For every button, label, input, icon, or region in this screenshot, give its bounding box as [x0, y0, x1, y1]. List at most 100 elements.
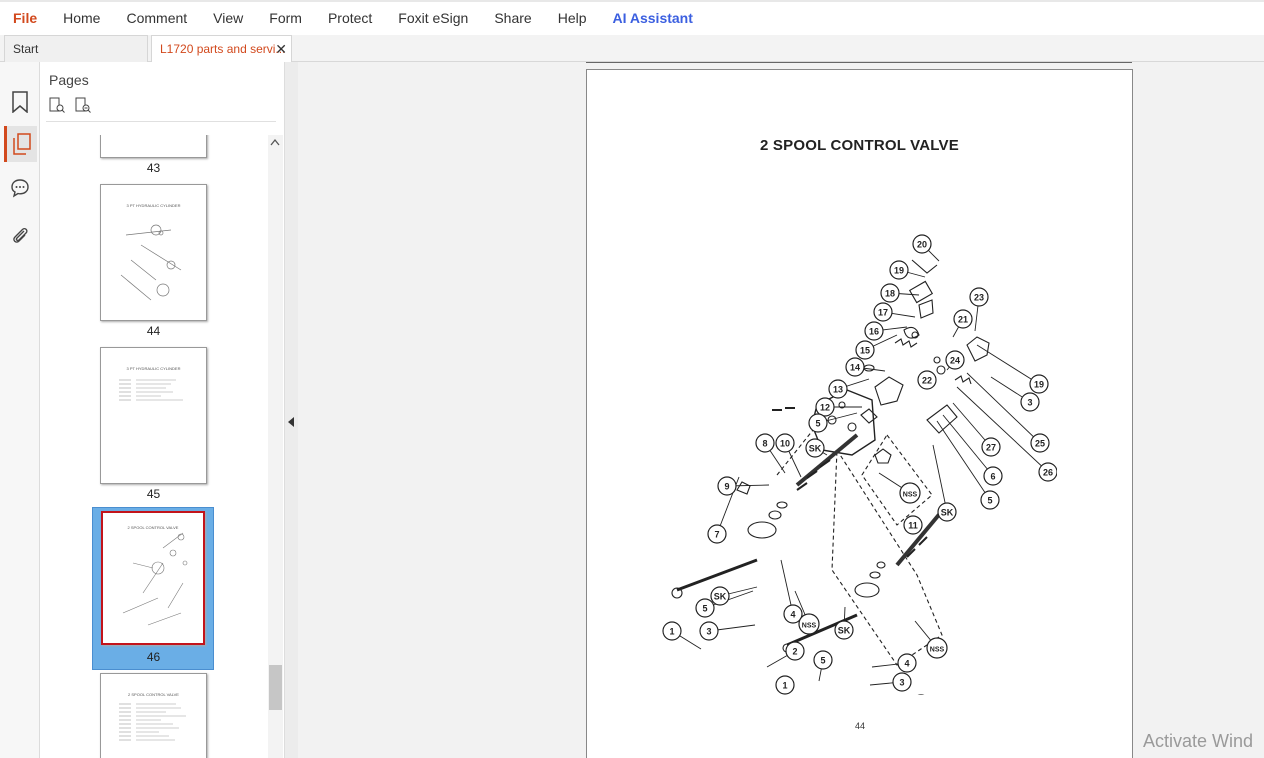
svg-text:5: 5	[820, 656, 825, 666]
svg-text:25: 25	[1035, 439, 1045, 449]
page-zoom-out-icon[interactable]	[49, 97, 65, 113]
callout-17: 17	[873, 302, 893, 322]
callout-7: 7	[707, 524, 727, 544]
callout-SK: SK	[805, 438, 825, 458]
menu-file[interactable]: File	[0, 3, 50, 34]
svg-text:22: 22	[922, 376, 932, 386]
menu-ai-assistant[interactable]: AI Assistant	[600, 3, 706, 34]
menu-protect[interactable]: Protect	[315, 3, 385, 34]
menu-help[interactable]: Help	[545, 3, 600, 34]
comment-icon	[11, 179, 29, 198]
scrollbar-thumb[interactable]	[269, 665, 282, 710]
menu-foxit-esign[interactable]: Foxit eSign	[385, 3, 481, 34]
svg-text:16: 16	[869, 327, 879, 337]
svg-text:5: 5	[702, 604, 707, 614]
callout-19: 19	[1029, 374, 1049, 394]
thumbnail-text-lines	[119, 703, 186, 741]
scroll-up-icon[interactable]	[270, 138, 280, 146]
svg-text:12: 12	[820, 403, 830, 413]
tab-document-label: L1720 parts and servi...	[160, 42, 286, 56]
exploded-parts-diagram: 2019181716151413125108 SK9232124223192526…	[662, 234, 1057, 695]
panel-separator	[46, 121, 276, 122]
svg-text:NSS: NSS	[930, 647, 945, 654]
svg-text:6: 6	[990, 472, 995, 482]
callout-NSS: NSS	[926, 637, 948, 659]
page-thumbnail[interactable]: 3 PT HYDRAULIC CYLINDER	[100, 347, 207, 484]
page-thumbnail[interactable]: 3 PT HYDRAULIC CYLINDER	[100, 184, 207, 321]
callout-5: 5	[813, 650, 833, 670]
svg-text:19: 19	[1034, 380, 1044, 390]
pages-panel-toolbar	[49, 97, 91, 113]
page-thumbnail[interactable]: 2 SPOOL CONTROL VALVE	[100, 673, 207, 758]
callout-1: 1	[662, 621, 682, 641]
menu-share[interactable]: Share	[481, 3, 544, 34]
callout-25: 25	[1030, 433, 1050, 453]
svg-text:18: 18	[885, 289, 895, 299]
tab-start-label: Start	[13, 42, 39, 56]
svg-text:4: 4	[904, 659, 909, 669]
svg-text:9: 9	[724, 482, 729, 492]
callout-2: 2	[785, 641, 805, 661]
page-thumbnail-label: 44	[146, 324, 161, 338]
page-thumbnail-label: 43	[146, 161, 161, 175]
callout-SK: SK	[710, 586, 730, 606]
svg-text:23: 23	[974, 293, 984, 303]
collapse-left-icon[interactable]	[288, 417, 294, 427]
svg-text:SK: SK	[941, 508, 954, 518]
attachment-icon	[13, 227, 28, 243]
callout-6: 6	[983, 466, 1003, 486]
tab-start[interactable]: Start	[4, 35, 148, 62]
menu-view[interactable]: View	[200, 3, 256, 34]
callout-9: 9	[717, 476, 737, 496]
close-tab-icon[interactable]: ✕	[275, 36, 287, 62]
document-tab-bar: Start L1720 parts and servi... ✕	[0, 35, 1264, 63]
callout-3: 3	[892, 672, 912, 692]
svg-text:15: 15	[860, 346, 870, 356]
page-thumbnail[interactable]	[100, 135, 207, 158]
svg-text:17: 17	[878, 308, 888, 318]
svg-text:5: 5	[987, 496, 992, 506]
document-page: 2 SPOOL CONTROL VALVE 20 19 18 17 16 15 …	[586, 69, 1133, 758]
svg-text:3: 3	[899, 678, 904, 688]
panel-collapse-handle[interactable]	[284, 62, 298, 758]
callout-13: 13	[828, 379, 848, 399]
page-heading: 2 SPOOL CONTROL VALVE	[760, 137, 959, 154]
left-navigation-rail	[0, 62, 40, 758]
callout-21: 21	[953, 309, 973, 329]
svg-text:SK: SK	[809, 444, 822, 454]
callout-4: 4	[897, 653, 917, 673]
page-thumbnail-selected[interactable]: 2 SPOOL CONTROL VALVE	[101, 511, 205, 645]
callout-3: 3	[699, 621, 719, 641]
page-thumbnail-label: 46	[146, 650, 161, 664]
thumbnail-scrollbar[interactable]	[268, 135, 283, 758]
svg-text:11: 11	[908, 521, 918, 531]
menu-form[interactable]: Form	[256, 3, 315, 34]
pages-icon	[13, 133, 31, 155]
callout-10: 10	[775, 433, 795, 453]
page-zoom-in-icon[interactable]	[75, 97, 91, 113]
svg-text:SK: SK	[714, 592, 727, 602]
svg-text:14: 14	[850, 363, 860, 373]
menu-comment[interactable]: Comment	[113, 3, 200, 34]
thumbnail-list[interactable]: 43 3 PT HYDRAULIC CYLINDER 44 3 PT HYDRA…	[40, 135, 268, 758]
callout-5: 5	[808, 413, 828, 433]
callout-8: 8	[755, 433, 775, 453]
callout-15: 15	[855, 340, 875, 360]
svg-text:2: 2	[792, 647, 797, 657]
callout-19: 19	[889, 260, 909, 280]
document-viewer[interactable]: 2 SPOOL CONTROL VALVE 20 19 18 17 16 15 …	[298, 62, 1264, 758]
svg-text:NSS: NSS	[903, 492, 918, 499]
svg-text:19: 19	[894, 266, 904, 276]
menu-home[interactable]: Home	[50, 3, 113, 34]
callout-22: 22	[917, 370, 937, 390]
svg-text:7: 7	[714, 530, 719, 540]
svg-text:1: 1	[669, 627, 674, 637]
comments-button[interactable]	[5, 170, 35, 206]
svg-text:20: 20	[917, 240, 927, 250]
tab-document[interactable]: L1720 parts and servi... ✕	[151, 35, 292, 63]
bookmarks-button[interactable]	[5, 84, 35, 120]
attachments-button[interactable]	[5, 218, 35, 254]
pages-button[interactable]	[4, 126, 37, 162]
leader-line	[932, 444, 948, 513]
svg-text:3: 3	[706, 627, 711, 637]
